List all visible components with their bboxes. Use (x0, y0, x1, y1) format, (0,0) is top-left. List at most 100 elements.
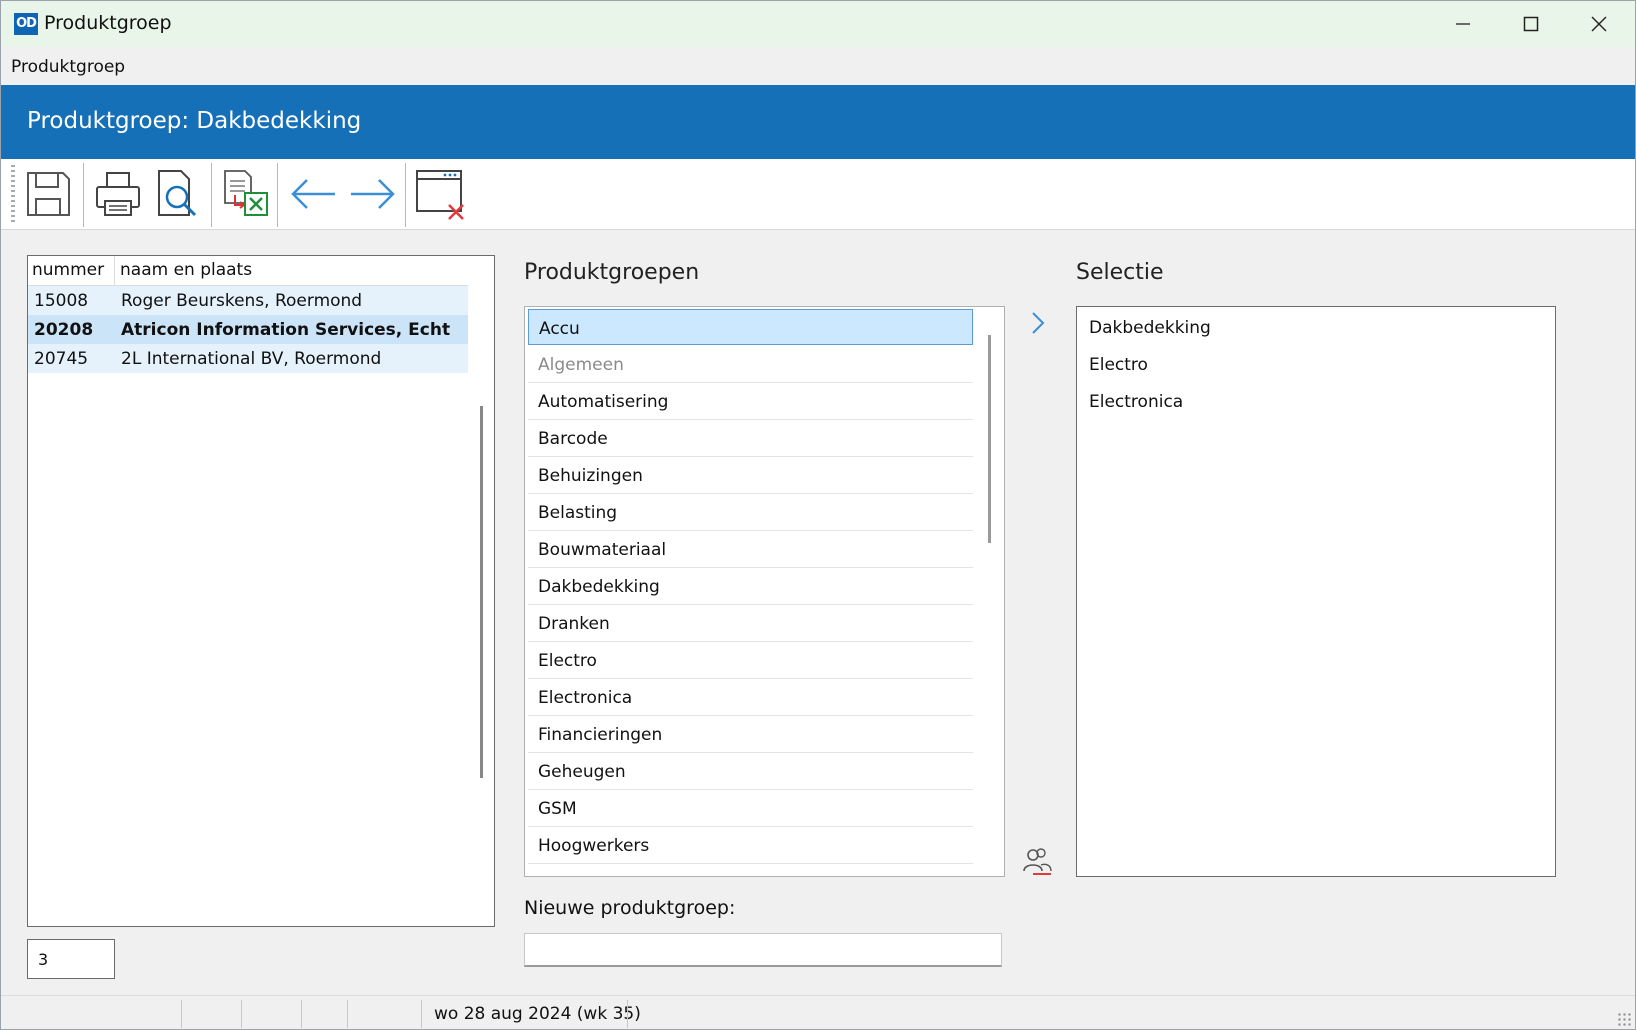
previous-button[interactable] (285, 165, 343, 223)
export-excel-button[interactable] (217, 165, 275, 223)
selected-item[interactable]: Electronica (1089, 392, 1183, 412)
column-divider (114, 256, 115, 285)
previous-arrow-icon (291, 179, 335, 209)
list-item-label: Accu (539, 319, 580, 339)
list-item[interactable]: Financieringen (528, 716, 973, 753)
cell-naam: Roger Beurskens, Roermond (121, 291, 363, 311)
find-users-button[interactable] (1021, 844, 1055, 878)
close-window-button[interactable] (413, 165, 471, 223)
produktgroepen-list[interactable]: Accu Algemeen Automatisering Barcode Beh… (524, 306, 1005, 877)
list-item[interactable]: Geheugen (528, 753, 973, 790)
maximize-icon (1523, 16, 1539, 32)
list-item[interactable]: Automatisering (528, 383, 973, 420)
resize-grip[interactable] (1617, 1012, 1631, 1026)
list-item[interactable]: Barcode (528, 420, 973, 457)
list-item-label: Dranken (538, 614, 610, 634)
toolbar (1, 159, 1635, 230)
cell-nummer: 15008 (34, 291, 89, 311)
column-header-naam[interactable]: naam en plaats (120, 260, 252, 280)
customer-list-header: nummer naam en plaats (28, 256, 468, 286)
table-row[interactable]: 15008 Roger Beurskens, Roermond (28, 286, 468, 315)
status-divider (301, 1000, 302, 1028)
list-item-label: Hoogwerkers (538, 836, 650, 856)
list-item-selected[interactable]: Accu (528, 309, 973, 345)
toolbar-separator (211, 163, 212, 227)
menu-bar: Produktgroep (1, 47, 1635, 85)
minimize-button[interactable] (1429, 1, 1497, 47)
cell-nummer: 20208 (34, 320, 94, 340)
status-bar: wo 28 aug 2024 (wk 35) (1, 995, 1635, 1029)
next-button[interactable] (343, 165, 401, 223)
maximize-button[interactable] (1497, 1, 1565, 47)
window: OD Produktgroep Produktgroep Produktgroe… (0, 0, 1636, 1030)
list-item[interactable]: Dakbedekking (528, 568, 973, 605)
selectie-list[interactable]: Dakbedekking Electro Electronica (1076, 306, 1556, 877)
status-divider (181, 1000, 182, 1028)
list-item[interactable]: Electronica (528, 679, 973, 716)
menu-item-produktgroep[interactable]: Produktgroep (11, 57, 125, 77)
list-item-label: Automatisering (538, 392, 669, 412)
list-item[interactable]: Bouwmateriaal (528, 531, 973, 568)
new-group-label: Nieuwe produktgroep: (524, 897, 736, 919)
save-icon (27, 172, 70, 216)
close-icon (1591, 16, 1607, 32)
export-excel-icon (224, 170, 268, 216)
add-to-selection-button[interactable] (1021, 306, 1055, 340)
list-item-label: Algemeen (538, 355, 624, 375)
list-item-label: Electro (538, 651, 597, 671)
app-logo-icon: OD (14, 13, 38, 35)
status-divider (421, 1000, 422, 1028)
list-item-label: Barcode (538, 429, 608, 449)
close-window-icon (416, 170, 464, 220)
record-count-field[interactable]: 3 (27, 939, 115, 979)
page-title: Produktgroep: Dakbedekking (27, 108, 362, 134)
cell-naam: Atricon Information Services, Echt (121, 320, 451, 340)
save-button[interactable] (19, 165, 77, 223)
list-item-label: Electronica (538, 688, 633, 708)
column-header-nummer[interactable]: nummer (32, 260, 104, 280)
selected-item[interactable]: Dakbedekking (1089, 318, 1211, 338)
minimize-icon (1456, 23, 1470, 25)
title-bar: OD Produktgroep (1, 1, 1635, 47)
page-header: Produktgroep: Dakbedekking (1, 85, 1635, 159)
table-row-selected[interactable]: 20208 Atricon Information Services, Echt (28, 315, 468, 344)
print-button[interactable] (89, 165, 147, 223)
toolbar-separator (277, 163, 278, 227)
status-divider (347, 1000, 348, 1028)
list-item-label: Dakbedekking (538, 577, 660, 597)
status-date: wo 28 aug 2024 (wk 35) (434, 1004, 641, 1024)
list-item-label: Geheugen (538, 762, 626, 782)
selected-item[interactable]: Electro (1089, 355, 1148, 375)
next-arrow-icon (351, 179, 395, 209)
toolbar-separator (405, 163, 406, 227)
print-preview-icon (158, 170, 197, 217)
list-item[interactable]: Behuizingen (528, 457, 973, 494)
close-button[interactable] (1565, 1, 1633, 47)
cell-nummer: 20745 (34, 349, 89, 369)
users-search-icon (1023, 848, 1052, 875)
scrollbar-thumb[interactable] (988, 335, 991, 543)
list-item-disabled[interactable]: Algemeen (528, 346, 973, 383)
list-item-label: Behuizingen (538, 466, 643, 486)
list-item-label: Bouwmateriaal (538, 540, 667, 560)
selectie-label: Selectie (1076, 260, 1164, 285)
cell-naam: 2L International BV, Roermond (121, 349, 382, 369)
list-item-label: Belasting (538, 503, 618, 523)
scrollbar-thumb[interactable] (480, 406, 483, 778)
list-item[interactable]: GSM (528, 790, 973, 827)
list-item[interactable]: Dranken (528, 605, 973, 642)
toolbar-separator (83, 163, 84, 227)
new-group-input[interactable] (524, 933, 1002, 967)
customer-list[interactable]: nummer naam en plaats 15008 Roger Beursk… (27, 255, 495, 927)
list-item[interactable]: Hoogwerkers (528, 827, 973, 864)
print-preview-button[interactable] (151, 165, 209, 223)
table-row[interactable]: 20745 2L International BV, Roermond (28, 344, 468, 373)
chevron-right-icon (1032, 312, 1045, 334)
list-item-label: GSM (538, 799, 577, 819)
list-item[interactable]: Belasting (528, 494, 973, 531)
record-count-value: 3 (38, 950, 49, 969)
list-item[interactable]: Electro (528, 642, 973, 679)
window-title: Produktgroep (44, 12, 172, 34)
toolbar-grip (11, 165, 15, 223)
print-icon (96, 172, 140, 216)
